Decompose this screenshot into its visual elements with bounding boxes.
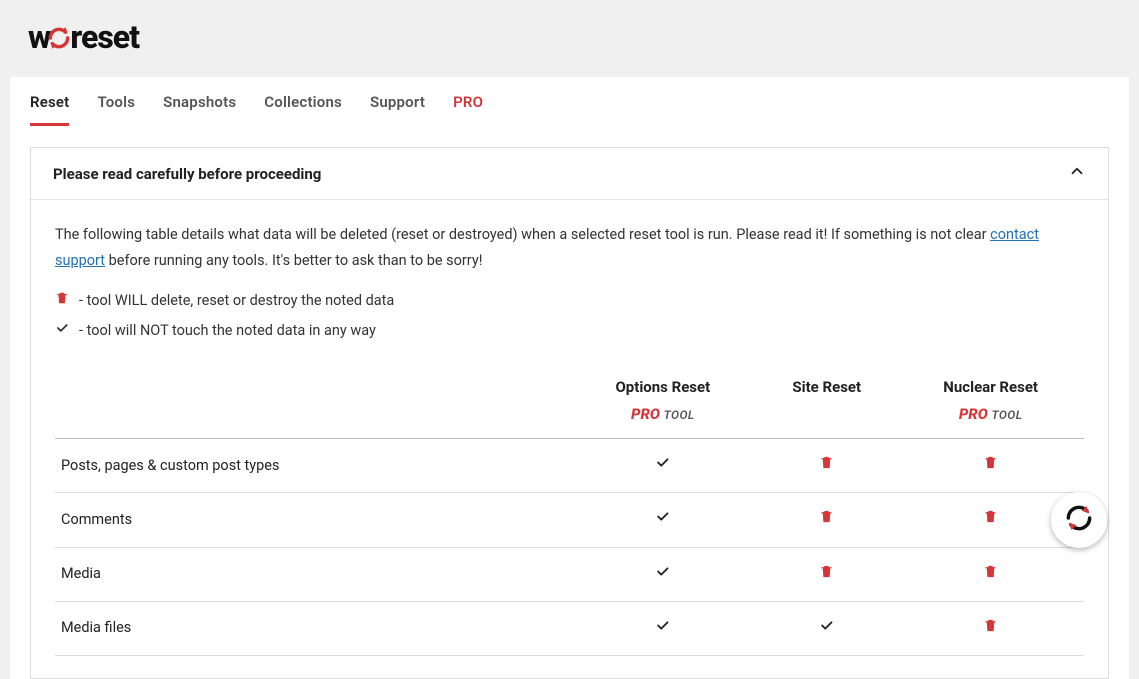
chevron-up-icon: [1068, 162, 1086, 185]
row-label: Media files: [55, 601, 570, 655]
refresh-icon: [1063, 502, 1095, 538]
tab-support[interactable]: Support: [370, 77, 425, 126]
check-icon: [55, 318, 69, 344]
check-icon: [570, 493, 757, 547]
trash-icon: [756, 547, 897, 601]
row-label: Comments: [55, 493, 570, 547]
trash-icon: [897, 547, 1084, 601]
trash-icon: [756, 493, 897, 547]
col-header: Site Reset: [756, 366, 897, 439]
refresh-icon: [46, 21, 72, 59]
legend-delete-text: - tool WILL delete, reset or destroy the…: [79, 288, 394, 314]
legend-keep-text: - tool will NOT touch the noted data in …: [79, 318, 376, 344]
legend-delete: - tool WILL delete, reset or destroy the…: [55, 288, 1084, 314]
main-panel: Reset Tools Snapshots Collections Support PRO…: [10, 77, 1129, 679]
legend: - tool WILL delete, reset or destroy the…: [55, 288, 1084, 344]
tab-tools[interactable]: Tools: [97, 77, 135, 126]
brand-logo: wreset: [0, 0, 1139, 77]
table-row: Posts, pages & custom post types: [55, 439, 1084, 493]
trash-icon: [756, 439, 897, 493]
row-label: Media: [55, 547, 570, 601]
info-card: Please read carefully before proceeding …: [30, 147, 1109, 679]
table-row: Media files: [55, 601, 1084, 655]
card-header-toggle[interactable]: Please read carefully before proceeding: [31, 148, 1108, 200]
tab-snapshots[interactable]: Snapshots: [163, 77, 236, 126]
tab-bar: Reset Tools Snapshots Collections Support PRO: [10, 77, 1129, 127]
intro-part-b: before running any tools. It's better to…: [105, 252, 482, 269]
brand-text-after: reset: [70, 18, 139, 56]
trash-icon: [55, 288, 69, 314]
refresh-fab[interactable]: [1051, 492, 1107, 548]
intro-text: The following table details what data wi…: [55, 222, 1084, 274]
legend-keep: - tool will NOT touch the noted data in …: [55, 318, 1084, 344]
tab-collections[interactable]: Collections: [264, 77, 342, 126]
trash-icon: [897, 439, 1084, 493]
tab-pro[interactable]: PRO: [453, 77, 483, 126]
row-label: Posts, pages & custom post types: [55, 439, 570, 493]
table-row: Media: [55, 547, 1084, 601]
check-icon: [570, 439, 757, 493]
check-icon: [570, 547, 757, 601]
check-icon: [570, 601, 757, 655]
intro-part-a: The following table details what data wi…: [55, 226, 990, 243]
reset-table: Options ResetPRO TOOLSite ResetNuclear R…: [55, 366, 1084, 655]
col-header: [55, 366, 570, 439]
trash-icon: [897, 601, 1084, 655]
col-header: Options ResetPRO TOOL: [570, 366, 757, 439]
table-row: Comments: [55, 493, 1084, 547]
card-body: The following table details what data wi…: [31, 200, 1108, 678]
card-title: Please read carefully before proceeding: [53, 165, 321, 183]
check-icon: [756, 601, 897, 655]
tab-reset[interactable]: Reset: [30, 77, 69, 126]
col-header: Nuclear ResetPRO TOOL: [897, 366, 1084, 439]
